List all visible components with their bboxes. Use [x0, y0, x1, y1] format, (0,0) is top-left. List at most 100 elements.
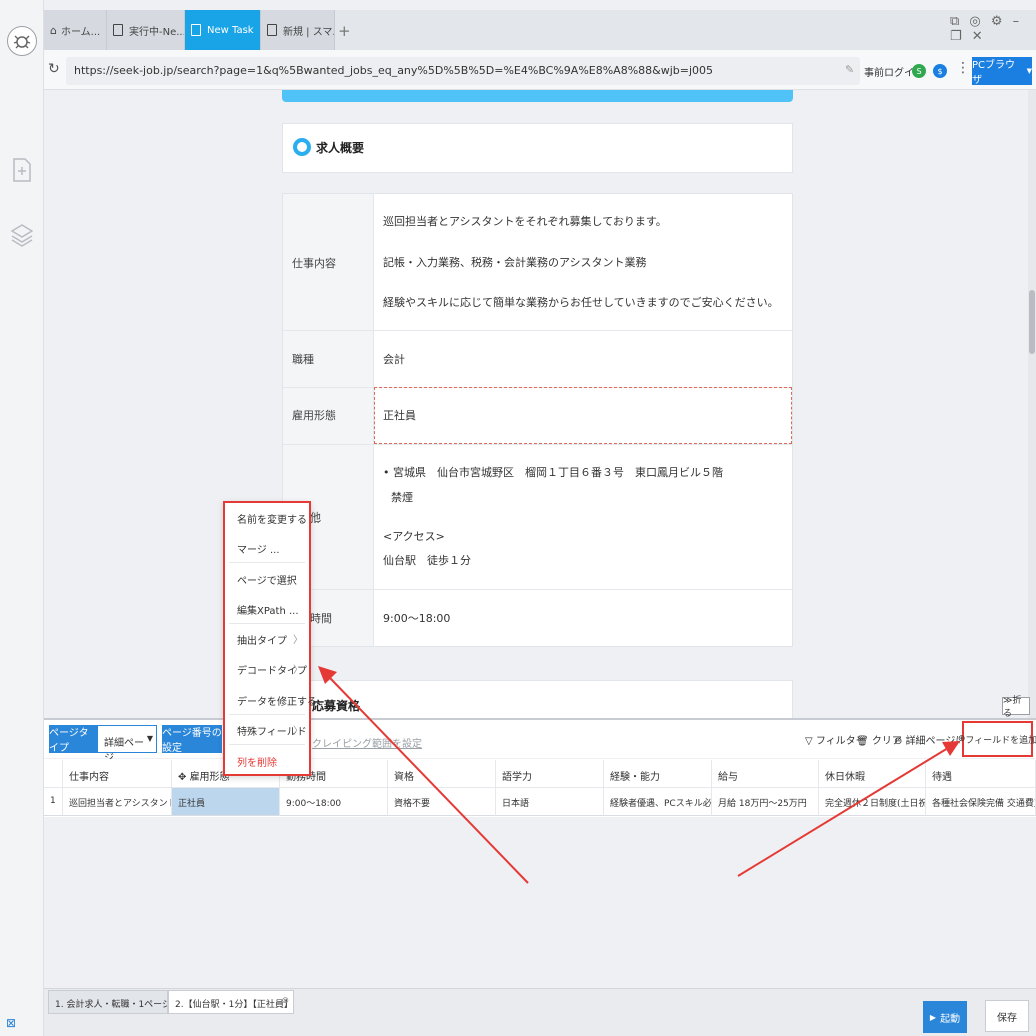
detail-value[interactable]: 会計	[383, 351, 405, 367]
bullet-icon: •	[383, 466, 393, 479]
tab-label: New Task	[207, 24, 254, 36]
detail-label: 時間	[310, 612, 332, 625]
go-detail-button[interactable]: ⊖ 詳細ページに行く	[894, 732, 960, 747]
table-cell[interactable]: 資格不要	[388, 788, 496, 816]
tab-label: 実行中-Ne...	[129, 26, 185, 38]
detail-value[interactable]: <アクセス>	[383, 528, 445, 544]
new-task-icon[interactable]	[11, 157, 33, 183]
new-tab-button[interactable]: +	[338, 22, 351, 40]
table-cell[interactable]: 正社員	[172, 788, 280, 816]
page-type-select[interactable]: 詳細ページ ▼	[97, 725, 157, 764]
table-cell[interactable]: 巡回担当者とアシスタントをそ...	[63, 788, 172, 816]
menu-item-decode-type[interactable]: デコードタイプ〉	[237, 662, 307, 677]
window-controls[interactable]: ⧉ ◎ ⚙ – ❐ ✕	[950, 14, 1036, 44]
menu-item-special-field[interactable]: 特殊フィールド〉	[237, 723, 307, 738]
column-header[interactable]: 仕事内容	[63, 760, 172, 788]
menu-item-edit-xpath[interactable]: 編集XPath ...	[237, 602, 299, 617]
filter-icon: ▽	[805, 736, 816, 747]
go-detail-label: 詳細ページに行く	[905, 736, 960, 747]
app-logo	[7, 26, 37, 56]
menu-divider	[229, 714, 305, 715]
table-cell[interactable]: 各種社会保険完備 交通費支給(上...	[926, 788, 1036, 816]
close-icon[interactable]: ⊗	[281, 996, 289, 1006]
page-icon	[267, 24, 277, 36]
start-label: 起動	[940, 1013, 961, 1025]
detail-value[interactable]: 記帳・入力業務、税務・会計業務のアシスタント業務	[383, 254, 647, 270]
more-menu-icon[interactable]: ⋮	[956, 60, 970, 76]
tab-home[interactable]: ⌂ ホーム...	[44, 10, 107, 50]
column-header[interactable]: 資格	[388, 760, 496, 788]
grid-corner	[44, 760, 63, 788]
move-icon[interactable]: ✥	[178, 772, 190, 783]
browser-mode-button[interactable]: PCブラウザ ▼	[972, 57, 1032, 86]
status-green-icon[interactable]: S	[912, 64, 926, 78]
menu-item-merge[interactable]: マージ ...	[237, 541, 280, 556]
menu-item-select-in-page[interactable]: ページで選択	[237, 572, 297, 587]
table-cell[interactable]: 月給 18万円～25万円	[712, 788, 819, 816]
menu-item-extract-type[interactable]: 抽出タイプ〉	[237, 632, 303, 647]
menu-item-fix-data[interactable]: データを修正する ...	[237, 693, 330, 708]
detail-value[interactable]: 経験やスキルに応じて簡単な業務からお任せしていきますのでご安心ください。	[383, 294, 779, 310]
detail-value[interactable]: 9:00～18:00	[383, 610, 450, 626]
start-button[interactable]: ▶ 起動	[923, 1001, 967, 1033]
section-title: 求人概要	[316, 141, 365, 155]
chevron-down-icon: ▼	[146, 734, 153, 743]
edit-icon[interactable]: ✎	[845, 63, 854, 76]
column-header[interactable]: 休日休暇	[819, 760, 926, 788]
tab-label: ホーム...	[60, 26, 101, 38]
menu-divider	[229, 623, 305, 624]
address-text: 宮城県 仙台市宮城野区 榴岡１丁目６番３号 東口鳳月ビル５階	[393, 466, 723, 479]
collapse-sidebar-icon[interactable]: ⊠	[6, 1016, 16, 1030]
menu-divider	[229, 744, 305, 745]
play-icon: ▶	[929, 1012, 937, 1022]
footer-tab-active[interactable]: 2.【仙台駅・1分】【正社員】会... ⊗	[168, 990, 294, 1014]
section-banner	[282, 90, 793, 102]
chevron-down-icon: ▼	[1026, 67, 1032, 75]
plus-circle-icon: ⊕	[957, 734, 966, 744]
column-header[interactable]: 給与	[712, 760, 819, 788]
page-number-button[interactable]: ページ番号の設定	[162, 725, 222, 754]
column-header[interactable]: 待遇	[926, 760, 1036, 788]
url-input[interactable]: https://seek-job.jp/search?page=1&q%5Bwa…	[66, 57, 860, 85]
chevron-right-icon: 〉	[293, 726, 303, 737]
detail-label: 職種	[292, 353, 314, 366]
footer-tab[interactable]: 1. 会計求人・転職・1ページ目 | 土...	[48, 990, 168, 1014]
status-blue-icon[interactable]: $	[933, 64, 947, 78]
reload-icon[interactable]: ↻	[48, 61, 60, 77]
trash-icon: 🗑	[856, 736, 872, 747]
tab-label: 新規 | スマ...	[283, 26, 334, 38]
chevron-right-icon: 〉	[293, 635, 303, 646]
layers-icon[interactable]	[11, 222, 33, 248]
page-scrollbar[interactable]	[1028, 90, 1036, 718]
footer-tab-label: 2.【仙台駅・1分】【正社員】会...	[175, 1000, 293, 1010]
page-type-label: ページタイプ	[49, 725, 97, 754]
column-header[interactable]: 語学力	[496, 760, 604, 788]
left-rail	[0, 0, 44, 1036]
chevron-right-icon: 〉	[293, 665, 303, 676]
table-cell[interactable]: 9:00～18:00	[280, 788, 388, 816]
tab-close-icon[interactable]: X	[254, 25, 261, 36]
detail-value[interactable]: 巡回担当者とアシスタントをそれぞれ募集しております。	[383, 213, 667, 229]
scroll-thumb[interactable]	[1029, 290, 1035, 354]
tab-new[interactable]: 新規 | スマ... X	[261, 10, 335, 50]
column-header[interactable]: 経験・能力	[604, 760, 712, 788]
tab-new-task[interactable]: New Task X	[185, 10, 261, 50]
table-cell[interactable]: 経験者優遇、PCスキル必須事務...	[604, 788, 712, 816]
scraping-range-link[interactable]: クレイピング範囲を設定	[312, 735, 422, 750]
table-cell[interactable]: 完全週休２日制度(土日祝) 有給...	[819, 788, 926, 816]
detail-value[interactable]: 禁煙	[391, 489, 413, 505]
add-field-button[interactable]: ⊕ フィールドを追加	[958, 721, 1036, 757]
detail-value[interactable]: 仙台駅 徒歩１分	[383, 552, 471, 568]
table-cell[interactable]: 日本語	[496, 788, 604, 816]
tab-running[interactable]: 実行中-Ne... X	[107, 10, 185, 50]
collapse-button[interactable]: ≫折る	[1002, 696, 1030, 719]
home-icon: ⌂	[50, 23, 57, 37]
menu-item-rename[interactable]: 名前を変更する ...	[237, 511, 320, 526]
detail-value[interactable]: 正社員	[383, 407, 416, 423]
menu-divider	[229, 562, 305, 563]
menu-item-delete-column[interactable]: 列を削除	[237, 754, 277, 769]
crab-logo-icon	[13, 35, 31, 49]
page-icon	[113, 24, 123, 36]
save-button[interactable]: 保存	[985, 1000, 1029, 1032]
detail-value[interactable]: • 宮城県 仙台市宮城野区 榴岡１丁目６番３号 東口鳳月ビル５階	[383, 464, 723, 480]
